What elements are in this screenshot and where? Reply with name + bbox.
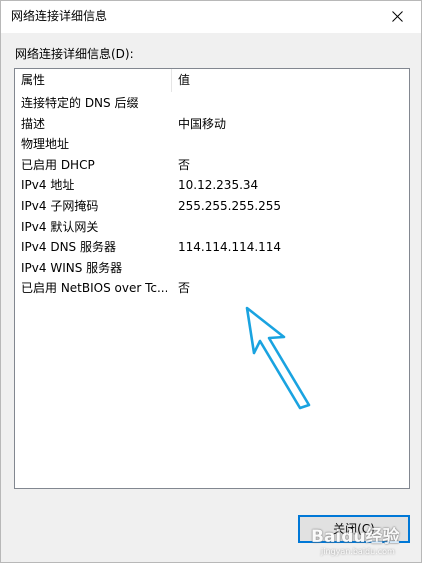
value-cell: 255.255.255.255 xyxy=(178,198,282,213)
list-item[interactable]: 已启用 DHCP 否 xyxy=(15,155,409,176)
list-item[interactable]: IPv4 地址 10.12.235.34 xyxy=(15,175,409,196)
close-button[interactable]: 关闭(C) xyxy=(298,515,410,543)
watermark-url: jingyan.baidu.com xyxy=(321,547,395,556)
window-title: 网络连接详细信息 xyxy=(11,9,108,23)
property-cell: IPv4 默认网关 xyxy=(21,219,99,234)
list-item[interactable]: 描述 中国移动 xyxy=(15,114,409,135)
list-item[interactable]: IPv4 子网掩码 255.255.255.255 xyxy=(15,196,409,217)
property-cell: IPv4 地址 xyxy=(21,178,75,193)
list-item[interactable]: IPv4 WINS 服务器 xyxy=(15,258,409,279)
window-close-button[interactable] xyxy=(375,1,421,32)
details-list-label: 网络连接详细信息(D): xyxy=(15,47,134,61)
value-cell: 114.114.114.114 xyxy=(178,240,282,255)
property-cell: IPv4 DNS 服务器 xyxy=(21,240,116,255)
property-cell: 描述 xyxy=(21,116,46,131)
close-icon xyxy=(392,11,403,22)
column-header-value[interactable]: 值 xyxy=(172,69,409,92)
property-cell: 已启用 NetBIOS over Tc... xyxy=(21,281,167,296)
network-details-dialog: 网络连接详细信息 网络连接详细信息(D): 属性 值 连接特定的 DNS 后缀描… xyxy=(0,0,422,563)
value-cell: 10.12.235.34 xyxy=(178,178,259,193)
value-cell: 否 xyxy=(178,281,191,296)
list-item[interactable]: IPv4 DNS 服务器 114.114.114.114 xyxy=(15,237,409,258)
property-cell: IPv4 WINS 服务器 xyxy=(21,260,123,275)
list-item[interactable]: IPv4 默认网关 xyxy=(15,217,409,238)
list-item[interactable]: 物理地址 xyxy=(15,134,409,155)
value-cell: 中国移动 xyxy=(178,116,227,131)
property-cell: IPv4 子网掩码 xyxy=(21,198,99,213)
value-cell: 否 xyxy=(178,157,191,172)
property-cell: 已启用 DHCP xyxy=(21,157,95,172)
property-cell: 物理地址 xyxy=(21,137,70,152)
title-bar: 网络连接详细信息 xyxy=(1,1,421,33)
property-cell: 连接特定的 DNS 后缀 xyxy=(21,96,139,110)
column-header-property[interactable]: 属性 xyxy=(15,69,172,92)
listview-rows: 连接特定的 DNS 后缀 描述 中国移动物理地址已启用 DHCP 否 IPv4 地址 10… xyxy=(15,93,409,299)
list-item[interactable]: 已启用 NetBIOS over Tc... 否 xyxy=(15,278,409,299)
details-listview[interactable]: 属性 值 连接特定的 DNS 后缀 描述 中国移动物理地址已启用 DHCP 否 IPv4… xyxy=(14,68,410,489)
list-item[interactable]: 连接特定的 DNS 后缀 xyxy=(15,93,409,114)
listview-header: 属性 值 xyxy=(15,69,409,92)
